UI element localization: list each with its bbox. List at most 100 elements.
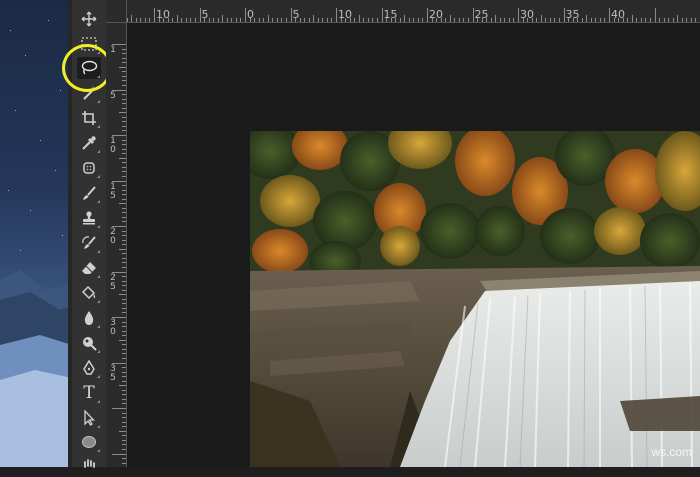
spot-healing-tool[interactable] [77, 157, 101, 179]
submenu-indicator [97, 350, 100, 353]
ruler-label: 25 [474, 8, 489, 21]
clone-stamp-tool[interactable] [77, 207, 101, 229]
ruler-tick [504, 18, 506, 22]
path-selection-tool[interactable] [77, 407, 101, 429]
ruler-tick [122, 125, 126, 127]
ruler-tick [372, 18, 374, 22]
brush-tool[interactable] [77, 182, 101, 204]
brush-icon [83, 186, 96, 200]
eyedropper-icon [82, 136, 96, 150]
star [25, 55, 26, 56]
ruler-tick [122, 121, 126, 123]
ruler-tick [119, 248, 126, 250]
ruler-tick [499, 18, 501, 22]
ruler-tick [119, 294, 126, 296]
submenu-indicator [97, 325, 100, 328]
ruler-tick [122, 107, 126, 109]
ruler-tick [122, 439, 126, 441]
ellipse-tool[interactable] [77, 431, 101, 453]
ruler-tick [122, 194, 126, 196]
ruler-tick [258, 18, 260, 22]
paint-bucket-icon [81, 285, 96, 300]
submenu-indicator [97, 275, 100, 278]
pen-tool[interactable] [77, 357, 101, 379]
dodge-tool[interactable] [77, 332, 101, 354]
quick-selection-tool[interactable] [77, 82, 101, 104]
ruler-tick [322, 18, 324, 22]
lasso-tool[interactable] [77, 57, 101, 79]
ruler-tick [122, 262, 126, 264]
ruler-tick [122, 303, 126, 305]
horizontal-ruler: 10 5 0 5 10 15 20 25 30 35 40 [106, 0, 700, 23]
stamp-icon [83, 211, 95, 225]
ruler-tick [590, 18, 592, 22]
paint-bucket-tool[interactable] [77, 282, 101, 304]
ruler-tick [472, 8, 474, 22]
crop-tool[interactable] [77, 107, 101, 129]
ruler-tick [609, 8, 610, 22]
ruler-tick [308, 18, 310, 22]
ruler-tick [604, 18, 606, 22]
ruler-tick [122, 321, 126, 323]
ruler-tick [272, 18, 274, 22]
type-tool[interactable]: T [77, 382, 101, 404]
ruler-tick [586, 15, 588, 22]
hand-tool[interactable] [77, 455, 101, 477]
ruler-tick [190, 18, 192, 22]
ruler-tick [454, 18, 456, 22]
ruler-tick [549, 18, 551, 22]
ruler-tick [381, 8, 383, 22]
ruler-tick [663, 18, 665, 22]
ruler-tick [235, 18, 237, 22]
ruler-tick [122, 84, 126, 86]
history-brush-tool[interactable] [77, 232, 101, 254]
star [8, 190, 9, 191]
ruler-tick [122, 426, 126, 428]
hand-icon [84, 459, 95, 468]
drop-icon [84, 311, 94, 325]
ruler-tick [654, 8, 656, 22]
ruler-tick [331, 18, 333, 22]
ruler-tick [122, 289, 126, 291]
ruler-tick [231, 18, 233, 22]
eyedropper-tool[interactable] [77, 132, 101, 154]
submenu-indicator [97, 300, 100, 303]
ruler-tick [122, 130, 126, 132]
ruler-tick [122, 326, 126, 328]
ruler-tick [495, 15, 497, 22]
ruler-tick [122, 244, 126, 246]
submenu-indicator [97, 425, 100, 428]
ruler-tick [354, 18, 356, 22]
ruler-tick [122, 221, 126, 223]
star [60, 90, 61, 91]
ruler-tick [686, 18, 688, 22]
ruler-tick [659, 18, 661, 22]
ruler-tick [119, 339, 126, 341]
marquee-tool[interactable] [77, 33, 101, 55]
ruler-tick [154, 8, 155, 22]
ruler-tick [122, 276, 126, 278]
eraser-icon [82, 262, 96, 274]
ruler-tick [112, 408, 126, 409]
submenu-indicator [97, 100, 100, 103]
ruler-tick [122, 266, 126, 268]
ruler-tick [122, 403, 126, 405]
move-tool[interactable] [77, 8, 101, 30]
ruler-tick [695, 18, 697, 22]
ruler-tick [122, 421, 126, 423]
ruler-tick [122, 380, 126, 382]
ruler-tick [413, 18, 415, 22]
blur-tool[interactable] [77, 307, 101, 329]
ruler-tick [668, 18, 670, 22]
ruler-tick [122, 48, 126, 50]
ruler-tick [536, 18, 538, 22]
eraser-tool[interactable] [77, 257, 101, 279]
ruler-origin[interactable] [106, 0, 127, 23]
ruler-tick [267, 15, 269, 22]
ruler-tick [599, 18, 601, 22]
ruler-tick [122, 312, 126, 314]
move-icon [81, 11, 97, 27]
ruler-tick [326, 18, 328, 22]
ruler-tick [122, 98, 126, 100]
submenu-indicator [97, 150, 100, 153]
